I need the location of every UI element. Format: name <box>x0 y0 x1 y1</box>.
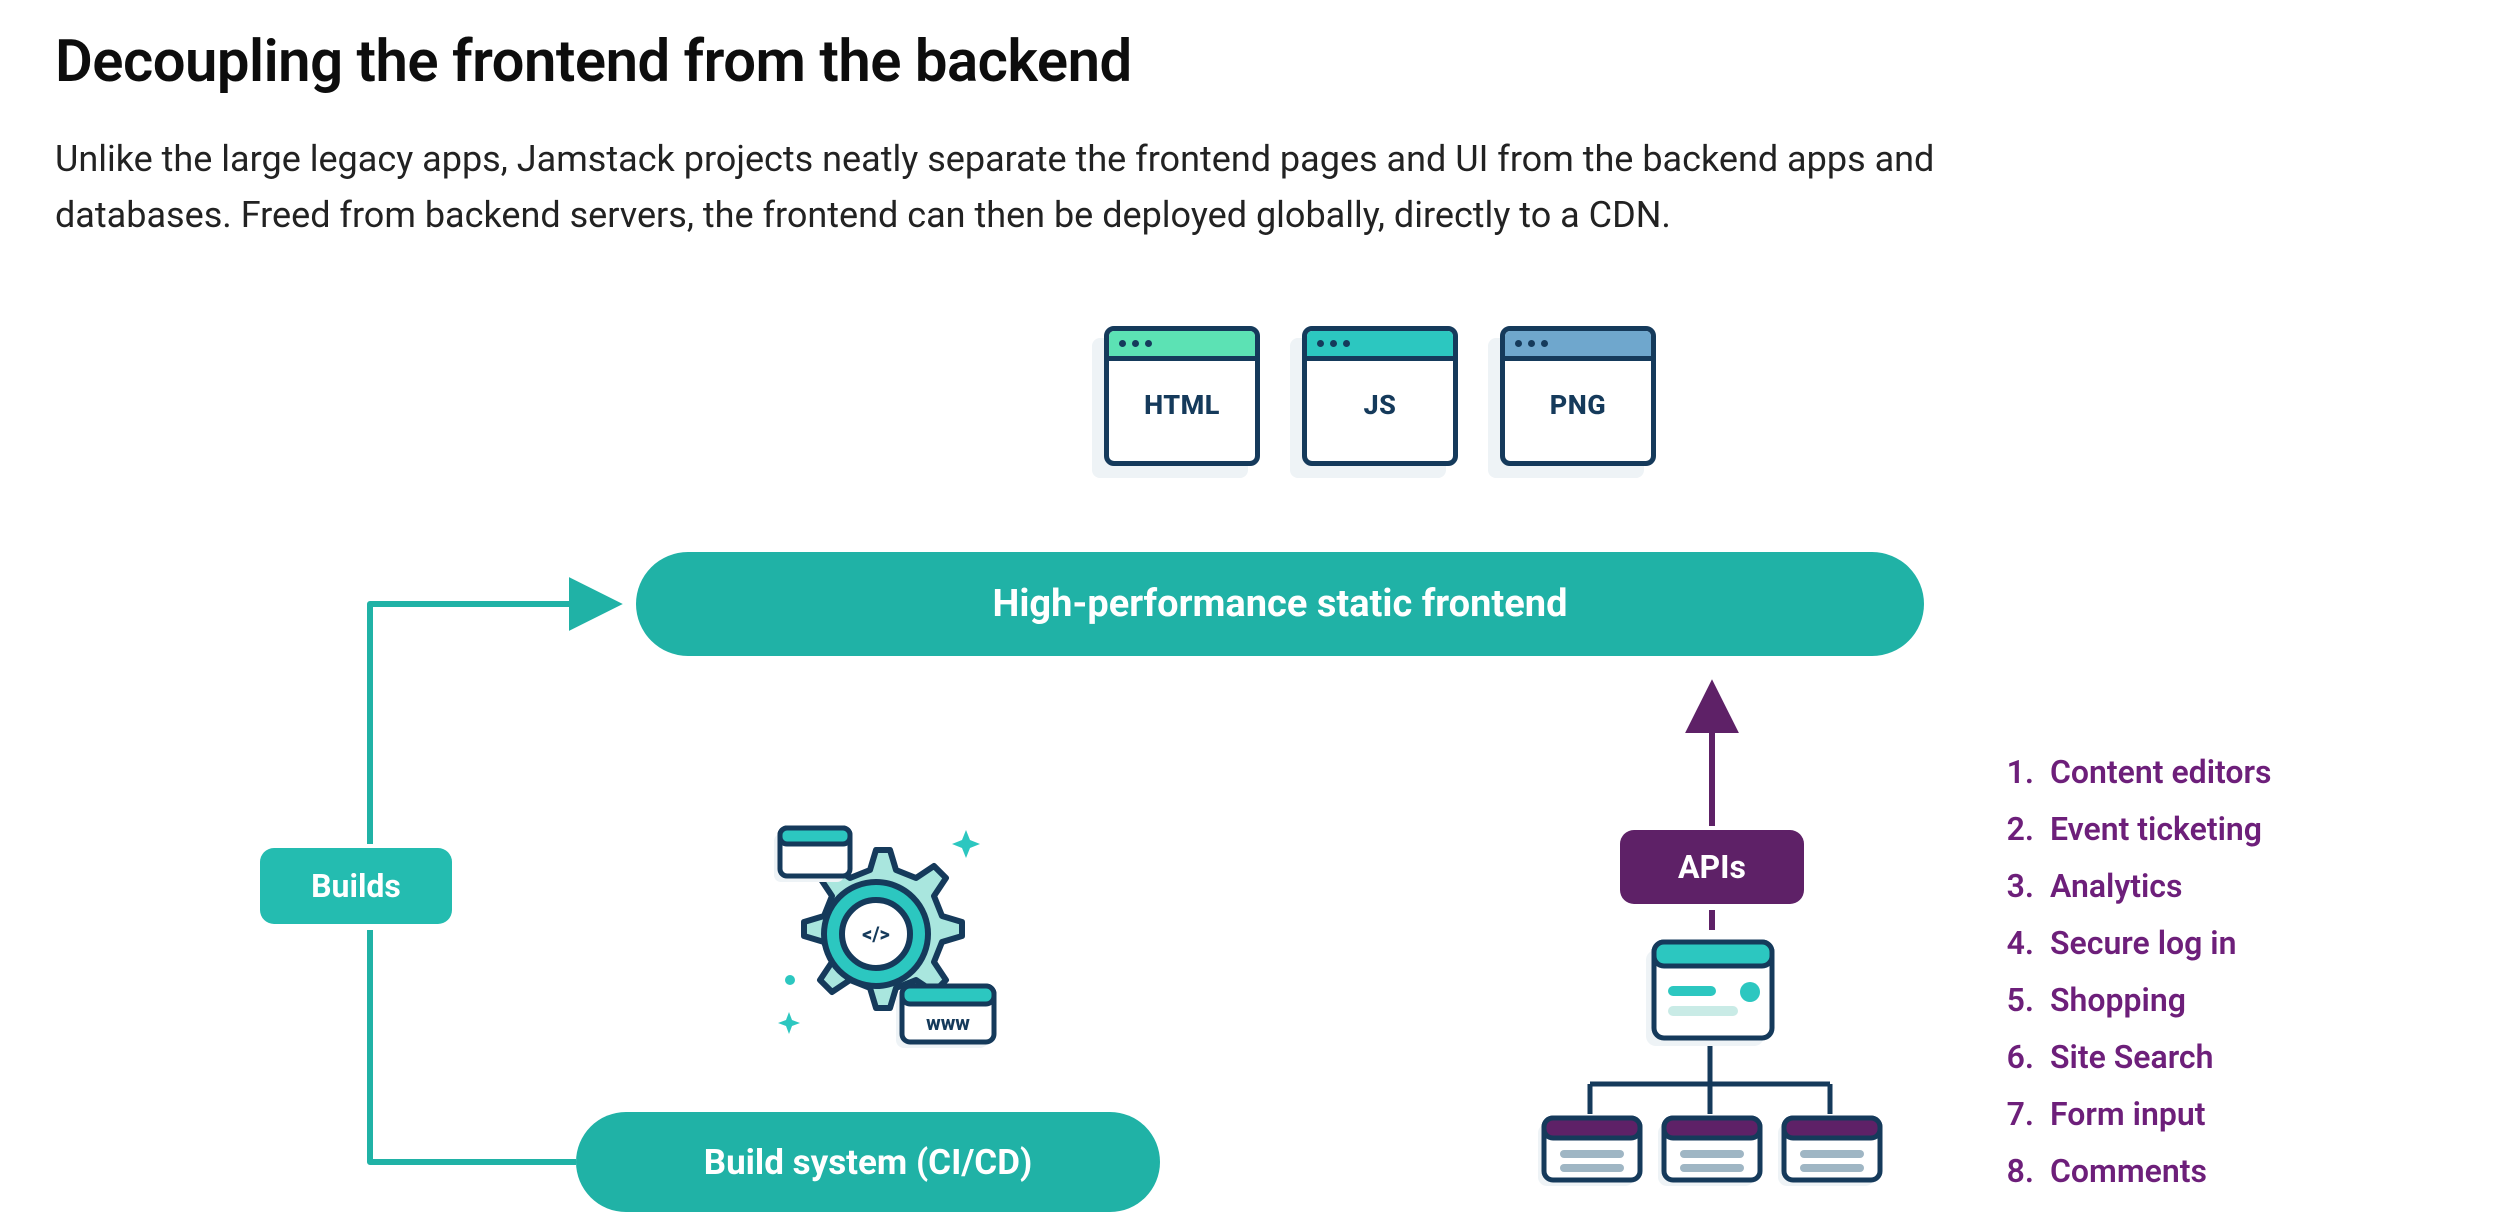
list-item: 4.Secure log in <box>2000 915 2271 972</box>
build-gear-icon: </> www <box>752 810 1000 1058</box>
file-header-js <box>1307 331 1453 361</box>
builds-badge: Builds <box>260 848 452 924</box>
file-header-html <box>1109 331 1255 361</box>
gear-www-label: www <box>926 1011 970 1035</box>
api-examples-list: 1.Content editors 2.Event ticketing 3.An… <box>2000 744 2271 1200</box>
svg-text:</>: </> <box>862 922 890 946</box>
file-card-js: JS <box>1302 326 1458 466</box>
api-services-icon <box>1530 934 1890 1194</box>
file-label-js: JS <box>1307 361 1453 421</box>
frontend-pill: High-performance static frontend <box>636 552 1924 656</box>
file-header-png <box>1505 331 1651 361</box>
list-item: 7.Form input <box>2000 1086 2271 1143</box>
list-item: 1.Content editors <box>2000 744 2271 801</box>
file-card-html: HTML <box>1104 326 1260 466</box>
file-label-html: HTML <box>1109 361 1255 421</box>
list-item: 8.Comments <box>2000 1143 2271 1200</box>
list-item: 2.Event ticketing <box>2000 801 2271 858</box>
file-card-png: PNG <box>1500 326 1656 466</box>
file-label-png: PNG <box>1505 361 1651 421</box>
list-item: 6.Site Search <box>2000 1029 2271 1086</box>
apis-badge: APIs <box>1620 830 1804 904</box>
list-item: 3.Analytics <box>2000 858 2271 915</box>
list-item: 5.Shopping <box>2000 972 2271 1029</box>
build-system-pill: Build system (CI/CD) <box>576 1112 1160 1212</box>
